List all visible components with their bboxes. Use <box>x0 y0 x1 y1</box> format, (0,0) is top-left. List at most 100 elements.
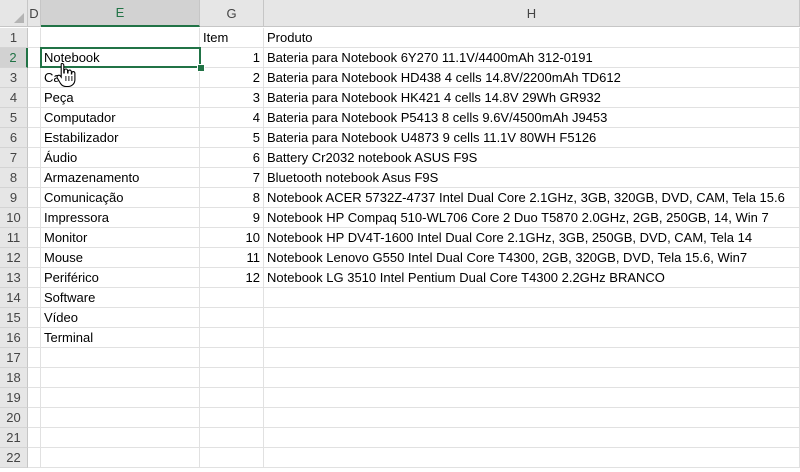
cell-g6[interactable]: 5 <box>200 128 264 148</box>
cell-g11[interactable]: 10 <box>200 228 264 248</box>
row-header-9[interactable]: 9 <box>0 188 28 208</box>
cell-g5[interactable]: 4 <box>200 108 264 128</box>
column-header-g[interactable]: G <box>200 0 264 27</box>
row-header-16[interactable]: 16 <box>0 328 28 348</box>
cell-e5[interactable]: Computador <box>41 108 200 128</box>
row-header-15[interactable]: 15 <box>0 308 28 328</box>
cell-e21[interactable] <box>41 428 200 448</box>
cell-e22[interactable] <box>41 448 200 468</box>
row-header-8[interactable]: 8 <box>0 168 28 188</box>
cell-h11[interactable]: Notebook HP DV4T-1600 Intel Dual Core 2.… <box>264 228 800 248</box>
cell-g10[interactable]: 9 <box>200 208 264 228</box>
cell-e7[interactable]: Áudio <box>41 148 200 168</box>
cell-d18[interactable] <box>28 368 41 388</box>
cell-g14[interactable] <box>200 288 264 308</box>
cell-h20[interactable] <box>264 408 800 428</box>
cell-e19[interactable] <box>41 388 200 408</box>
row-header-7[interactable]: 7 <box>0 148 28 168</box>
cell-d10[interactable] <box>28 208 41 228</box>
cell-d4[interactable] <box>28 88 41 108</box>
row-header-1[interactable]: 1 <box>0 28 28 48</box>
cell-h10[interactable]: Notebook HP Compaq 510-WL706 Core 2 Duo … <box>264 208 800 228</box>
cell-e1[interactable] <box>41 28 200 48</box>
row-header-21[interactable]: 21 <box>0 428 28 448</box>
cell-e15[interactable]: Vídeo <box>41 308 200 328</box>
cell-g21[interactable] <box>200 428 264 448</box>
cell-e13[interactable]: Periférico <box>41 268 200 288</box>
column-header-h[interactable]: H <box>264 0 800 27</box>
cell-g9[interactable]: 8 <box>200 188 264 208</box>
cell-g7[interactable]: 6 <box>200 148 264 168</box>
cell-g19[interactable] <box>200 388 264 408</box>
cell-d6[interactable] <box>28 128 41 148</box>
cell-e20[interactable] <box>41 408 200 428</box>
cell-h3[interactable]: Bateria para Notebook HD438 4 cells 14.8… <box>264 68 800 88</box>
row-header-6[interactable]: 6 <box>0 128 28 148</box>
cell-g13[interactable]: 12 <box>200 268 264 288</box>
row-header-22[interactable]: 22 <box>0 448 28 468</box>
cell-e16[interactable]: Terminal <box>41 328 200 348</box>
cell-d8[interactable] <box>28 168 41 188</box>
cell-d22[interactable] <box>28 448 41 468</box>
cell-d14[interactable] <box>28 288 41 308</box>
cell-g20[interactable] <box>200 408 264 428</box>
cell-d21[interactable] <box>28 428 41 448</box>
row-header-10[interactable]: 10 <box>0 208 28 228</box>
cell-e14[interactable]: Software <box>41 288 200 308</box>
cell-h4[interactable]: Bateria para Notebook HK421 4 cells 14.8… <box>264 88 800 108</box>
cell-e4[interactable]: Peça <box>41 88 200 108</box>
cell-h6[interactable]: Bateria para Notebook U4873 9 cells 11.1… <box>264 128 800 148</box>
cell-h17[interactable] <box>264 348 800 368</box>
cell-g16[interactable] <box>200 328 264 348</box>
row-header-20[interactable]: 20 <box>0 408 28 428</box>
row-header-13[interactable]: 13 <box>0 268 28 288</box>
cell-h13[interactable]: Notebook LG 3510 Intel Pentium Dual Core… <box>264 268 800 288</box>
cell-h15[interactable] <box>264 308 800 328</box>
cell-d13[interactable] <box>28 268 41 288</box>
cell-d20[interactable] <box>28 408 41 428</box>
cell-d7[interactable] <box>28 148 41 168</box>
cell-d2[interactable] <box>28 48 41 68</box>
cell-d15[interactable] <box>28 308 41 328</box>
cell-e18[interactable] <box>41 368 200 388</box>
row-header-12[interactable]: 12 <box>0 248 28 268</box>
cell-h1[interactable]: Produto <box>264 28 800 48</box>
fill-handle[interactable] <box>197 64 205 72</box>
cell-h22[interactable] <box>264 448 800 468</box>
cell-h18[interactable] <box>264 368 800 388</box>
cell-g12[interactable]: 11 <box>200 248 264 268</box>
column-header-d[interactable]: D <box>28 0 41 27</box>
cell-g4[interactable]: 3 <box>200 88 264 108</box>
cell-h21[interactable] <box>264 428 800 448</box>
spreadsheet-grid[interactable]: D E G H 1 Item Produto 2 Notebook 1 Bateria pa… <box>0 0 800 472</box>
cell-h12[interactable]: Notebook Lenovo G550 Intel Dual Core T43… <box>264 248 800 268</box>
cell-g22[interactable] <box>200 448 264 468</box>
cell-h7[interactable]: Battery Cr2032 notebook ASUS F9S <box>264 148 800 168</box>
cell-e9[interactable]: Comunicação <box>41 188 200 208</box>
cell-e12[interactable]: Mouse <box>41 248 200 268</box>
row-header-5[interactable]: 5 <box>0 108 28 128</box>
cell-g2[interactable]: 1 <box>200 48 264 68</box>
row-header-19[interactable]: 19 <box>0 388 28 408</box>
cell-h19[interactable] <box>264 388 800 408</box>
cell-d5[interactable] <box>28 108 41 128</box>
cell-h8[interactable]: Bluetooth notebook Asus F9S <box>264 168 800 188</box>
row-header-4[interactable]: 4 <box>0 88 28 108</box>
column-header-e[interactable]: E <box>41 0 200 27</box>
cell-h14[interactable] <box>264 288 800 308</box>
cell-e11[interactable]: Monitor <box>41 228 200 248</box>
cell-h2[interactable]: Bateria para Notebook 6Y270 11.1V/4400mA… <box>264 48 800 68</box>
cell-d17[interactable] <box>28 348 41 368</box>
cell-g15[interactable] <box>200 308 264 328</box>
cell-d3[interactable] <box>28 68 41 88</box>
cell-d19[interactable] <box>28 388 41 408</box>
cell-g1[interactable]: Item <box>200 28 264 48</box>
cell-g18[interactable] <box>200 368 264 388</box>
row-header-14[interactable]: 14 <box>0 288 28 308</box>
row-header-11[interactable]: 11 <box>0 228 28 248</box>
row-header-2[interactable]: 2 <box>0 48 28 68</box>
cell-e17[interactable] <box>41 348 200 368</box>
cell-d1[interactable] <box>28 28 41 48</box>
row-header-17[interactable]: 17 <box>0 348 28 368</box>
cell-d9[interactable] <box>28 188 41 208</box>
